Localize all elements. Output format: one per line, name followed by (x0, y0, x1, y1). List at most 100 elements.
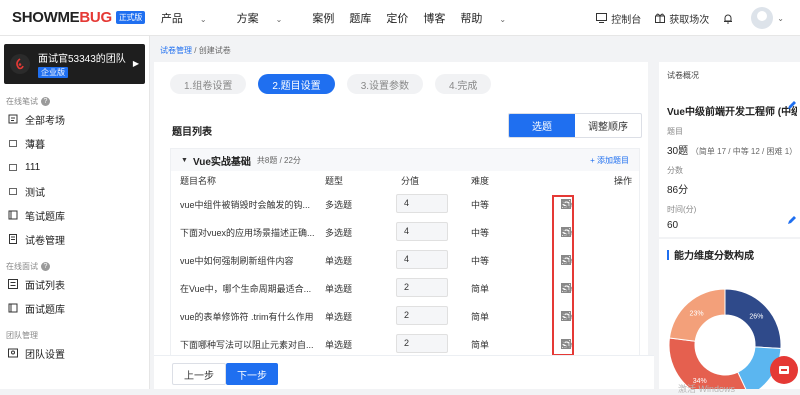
main-nav: 产品 ⌄ 方案 ⌄ 案例 题库 定价 博客 帮助 ⌄ (161, 10, 536, 26)
section-title-team: 团队管理 (0, 330, 149, 341)
edition-badge: 正式版 (115, 11, 145, 24)
highlight-box (552, 195, 574, 356)
nav-label: 帮助 (460, 12, 483, 25)
nav-item-product[interactable]: 产品 ⌄ (161, 10, 222, 26)
notification-button[interactable] (723, 13, 737, 24)
question-name[interactable]: vue中如何强制刷新组件内容 (180, 254, 294, 267)
chevron-down-icon: ⌄ (199, 14, 207, 24)
paper-overview-card: 试卷概况 Vue中级前端开发工程师 (中级) 题目 30题 （简单 17 / 中… (659, 62, 800, 237)
step-parameter-settings[interactable]: 3.设置参数 (346, 74, 424, 94)
sidebar-item-all-exams[interactable]: 全部考场 (0, 107, 149, 131)
sidebar-item-paper-management[interactable]: 试卷管理 (0, 227, 149, 251)
role-name: Vue中级前端开发工程师 (中级) (667, 107, 797, 118)
step-basic-settings[interactable]: 1.组卷设置 (170, 74, 247, 94)
question-name[interactable]: vue中组件被销毁时会触发的钩... (180, 198, 310, 211)
nav-label: 方案 (236, 12, 259, 25)
time-value: 60 (667, 220, 679, 231)
sidebar-item-bomu[interactable]: 薄暮 (0, 131, 149, 155)
chevron-down-icon[interactable]: ⌄ (777, 14, 784, 23)
get-sessions-link[interactable]: 获取场次 (655, 11, 709, 26)
question-type: 单选题 (325, 311, 353, 322)
nav-item-cases[interactable]: 案例 (312, 10, 334, 26)
sidebar-item-111[interactable]: 111 (0, 155, 149, 179)
question-name[interactable]: vue的表单修饰符 .trim有什么作用 (180, 310, 314, 323)
question-difficulty: 中等 (471, 199, 490, 210)
col-score: 分值 (401, 176, 420, 186)
team-switcher[interactable]: 面试官53343的团队 企业版 ▶ (4, 44, 145, 84)
question-difficulty: 简单 (471, 283, 490, 294)
sidebar-item-team-settings[interactable]: 团队设置 (0, 341, 149, 365)
folder-icon (8, 163, 18, 171)
question-difficulty: 简单 (471, 339, 490, 350)
logo-text: SHOWME (12, 9, 80, 26)
sidebar-item-interview-bank[interactable]: 面试题库 (0, 296, 149, 320)
score-label: 分数 (667, 166, 683, 175)
question-name[interactable]: 下面哪种写法可以阻止元素对自... (180, 338, 314, 351)
bell-icon (724, 14, 733, 24)
score-input[interactable]: 4 (396, 250, 448, 269)
chevron-down-icon: ⌄ (499, 14, 507, 24)
question-list-title: 题目列表 (172, 127, 212, 138)
chevron-down-icon: ⌄ (275, 14, 283, 24)
score-input[interactable]: 4 (396, 194, 448, 213)
top-bar: SHOWME BUG 正式版 产品 ⌄ 方案 ⌄ 案例 题库 定价 博客 帮助 ⌄ 控制… (0, 0, 800, 36)
nav-item-solution[interactable]: 方案 ⌄ (237, 10, 298, 26)
nav-item-help[interactable]: 帮助 ⌄ (460, 10, 521, 26)
question-type: 单选题 (325, 255, 353, 266)
add-question-button[interactable]: + 添加题目 (590, 155, 629, 166)
breadcrumb: 试卷管理 / 创建试卷 (160, 45, 654, 56)
reorder-tab[interactable]: 调整顺序 (575, 114, 641, 137)
step-question-settings[interactable]: 2.题目设置 (258, 74, 335, 94)
question-count-value: 30题 （简单 17 / 中等 12 / 困难 1） (667, 142, 800, 157)
overview-panel: 试卷概况 Vue中级前端开发工程师 (中级) 题目 30题 （简单 17 / 中… (659, 62, 800, 389)
question-name[interactable]: 下面对vuex的应用场景描述正确... (180, 226, 315, 239)
top-right-actions: 控制台 获取场次 ⌄ (582, 0, 784, 36)
question-name[interactable]: 在Vue中，哪个生命周期最适合... (180, 282, 311, 295)
score-input[interactable]: 2 (396, 334, 448, 353)
logo[interactable]: SHOWME BUG 正式版 (12, 9, 145, 26)
score-input[interactable]: 4 (396, 222, 448, 241)
sidebar-item-label: 全部考场 (25, 115, 65, 127)
folder-icon (8, 187, 18, 195)
section-title-interview: 在线面试? (0, 261, 149, 272)
help-icon[interactable]: ? (41, 262, 50, 271)
group-header[interactable]: ▼ Vue实战基础 共8题 / 22分 + 添加题目 (171, 149, 639, 171)
question-count-detail: （简单 17 / 中等 12 / 困难 1） (690, 147, 798, 156)
team-icon (8, 348, 18, 358)
overview-title: 试卷概况 (667, 71, 699, 80)
nav-item-question-bank[interactable]: 题库 (349, 10, 371, 26)
sidebar-item-label: 薄暮 (25, 139, 45, 151)
question-type: 多选题 (325, 199, 353, 210)
logo-accent: BUG (79, 9, 112, 26)
group-name: Vue实战基础 (192, 156, 251, 168)
breadcrumb-parent[interactable]: 试卷管理 (160, 46, 192, 55)
team-logo-icon (10, 54, 30, 74)
book-icon (8, 303, 18, 313)
list-icon (8, 279, 18, 289)
ability-title: 能力维度分数构成 (667, 247, 800, 262)
prev-step-button[interactable]: 上一步 (172, 363, 226, 385)
question-difficulty: 中等 (471, 255, 490, 266)
question-type: 多选题 (325, 227, 353, 238)
step-finish[interactable]: 4.完成 (435, 74, 492, 94)
question-difficulty: 中等 (471, 227, 490, 238)
sidebar-item-interview-list[interactable]: 面试列表 (0, 272, 149, 296)
nav-item-blog[interactable]: 博客 (423, 10, 445, 26)
nav-item-pricing[interactable]: 定价 (386, 10, 408, 26)
question-difficulty: 简单 (471, 311, 490, 322)
avatar[interactable] (751, 7, 774, 29)
score-value: 86分 (667, 185, 689, 196)
console-link[interactable]: 控制台 (596, 11, 641, 26)
score-input[interactable]: 2 (396, 278, 448, 297)
feedback-icon[interactable] (770, 356, 798, 384)
caret-down-icon[interactable]: ▼ (181, 157, 188, 164)
edit-icon[interactable] (787, 100, 797, 110)
score-input[interactable]: 2 (396, 306, 448, 325)
sidebar-item-written-bank[interactable]: 笔试题库 (0, 203, 149, 227)
sidebar-item-test[interactable]: 测试 (0, 179, 149, 203)
help-icon[interactable]: ? (41, 97, 50, 106)
edit-icon[interactable] (787, 215, 797, 225)
select-questions-tab[interactable]: 选题 (509, 114, 575, 137)
col-name: 题目名称 (180, 176, 217, 186)
next-step-button[interactable]: 下一步 (226, 363, 278, 385)
